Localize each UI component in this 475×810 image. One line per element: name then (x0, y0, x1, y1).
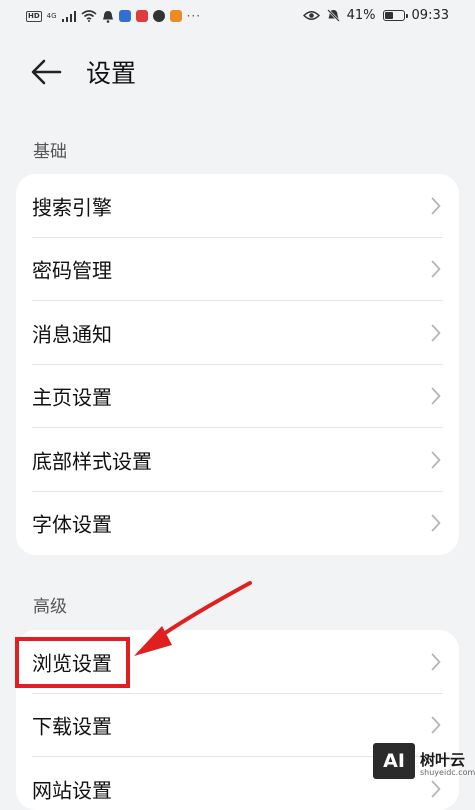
wifi-icon (81, 10, 97, 22)
settings-item-font[interactable]: 字体设置 (16, 492, 459, 556)
settings-item-label: 浏览设置 (32, 651, 112, 676)
watermark: AI 树叶云 shuyeidc.com (373, 743, 475, 789)
settings-item-password-manager[interactable]: 密码管理 (16, 238, 459, 301)
bell-app-icon (102, 10, 113, 23)
section-label-advanced: 高级 (33, 597, 67, 617)
app-icon-blue (118, 10, 131, 22)
chevron-right-icon (431, 260, 441, 278)
chevron-right-icon (431, 197, 441, 215)
more-notifications-icon: ··· (186, 9, 202, 23)
watermark-name: 树叶云 (420, 751, 466, 769)
settings-item-search-engine[interactable]: 搜索引擎 (16, 174, 459, 238)
settings-item-browsing[interactable]: 浏览设置 (16, 630, 459, 694)
watermark-logo: AI (373, 743, 415, 779)
settings-item-label: 下载设置 (32, 714, 112, 739)
back-arrow-icon[interactable] (28, 52, 68, 92)
status-right: 41% 09:33 (302, 8, 449, 23)
settings-item-label: 消息通知 (32, 322, 112, 347)
hd-badge: HD (26, 10, 42, 22)
cell-signal-icon (61, 10, 76, 22)
app-icon-red (135, 10, 148, 22)
battery-percent: 41% (346, 8, 376, 23)
eye-icon (302, 11, 320, 20)
app-icon-orange (169, 10, 182, 22)
status-bar: HD 4G ··· 41% 09:33 (0, 0, 475, 34)
settings-item-label: 主页设置 (32, 385, 112, 410)
app-icon-dark (152, 10, 165, 22)
chevron-right-icon (431, 653, 441, 671)
page-title: 设置 (86, 59, 137, 88)
chevron-right-icon (431, 514, 441, 532)
settings-item-label: 字体设置 (32, 512, 112, 537)
network-type: 4G (46, 12, 57, 20)
settings-item-label: 密码管理 (32, 258, 112, 283)
app-header: 设置 (0, 44, 475, 100)
basic-settings-card: 搜索引擎 密码管理 消息通知 主页设置 底部样式设置 字体设置 (16, 174, 459, 555)
chevron-right-icon (431, 716, 441, 734)
chevron-right-icon (431, 387, 441, 405)
status-left: HD 4G ··· (26, 9, 201, 23)
mute-bell-icon (326, 9, 340, 22)
clock: 09:33 (411, 8, 449, 23)
watermark-subtitle: shuyeidc.com (420, 768, 475, 777)
settings-item-label: 底部样式设置 (32, 449, 152, 474)
settings-item-label: 搜索引擎 (32, 195, 112, 220)
battery-icon (382, 10, 408, 21)
chevron-right-icon (431, 324, 441, 342)
section-label-basic: 基础 (33, 142, 67, 162)
settings-item-bottom-style[interactable]: 底部样式设置 (16, 428, 459, 492)
settings-item-homepage[interactable]: 主页设置 (16, 365, 459, 428)
chevron-right-icon (431, 451, 441, 469)
settings-item-notifications[interactable]: 消息通知 (16, 301, 459, 365)
battery-level (384, 12, 393, 19)
